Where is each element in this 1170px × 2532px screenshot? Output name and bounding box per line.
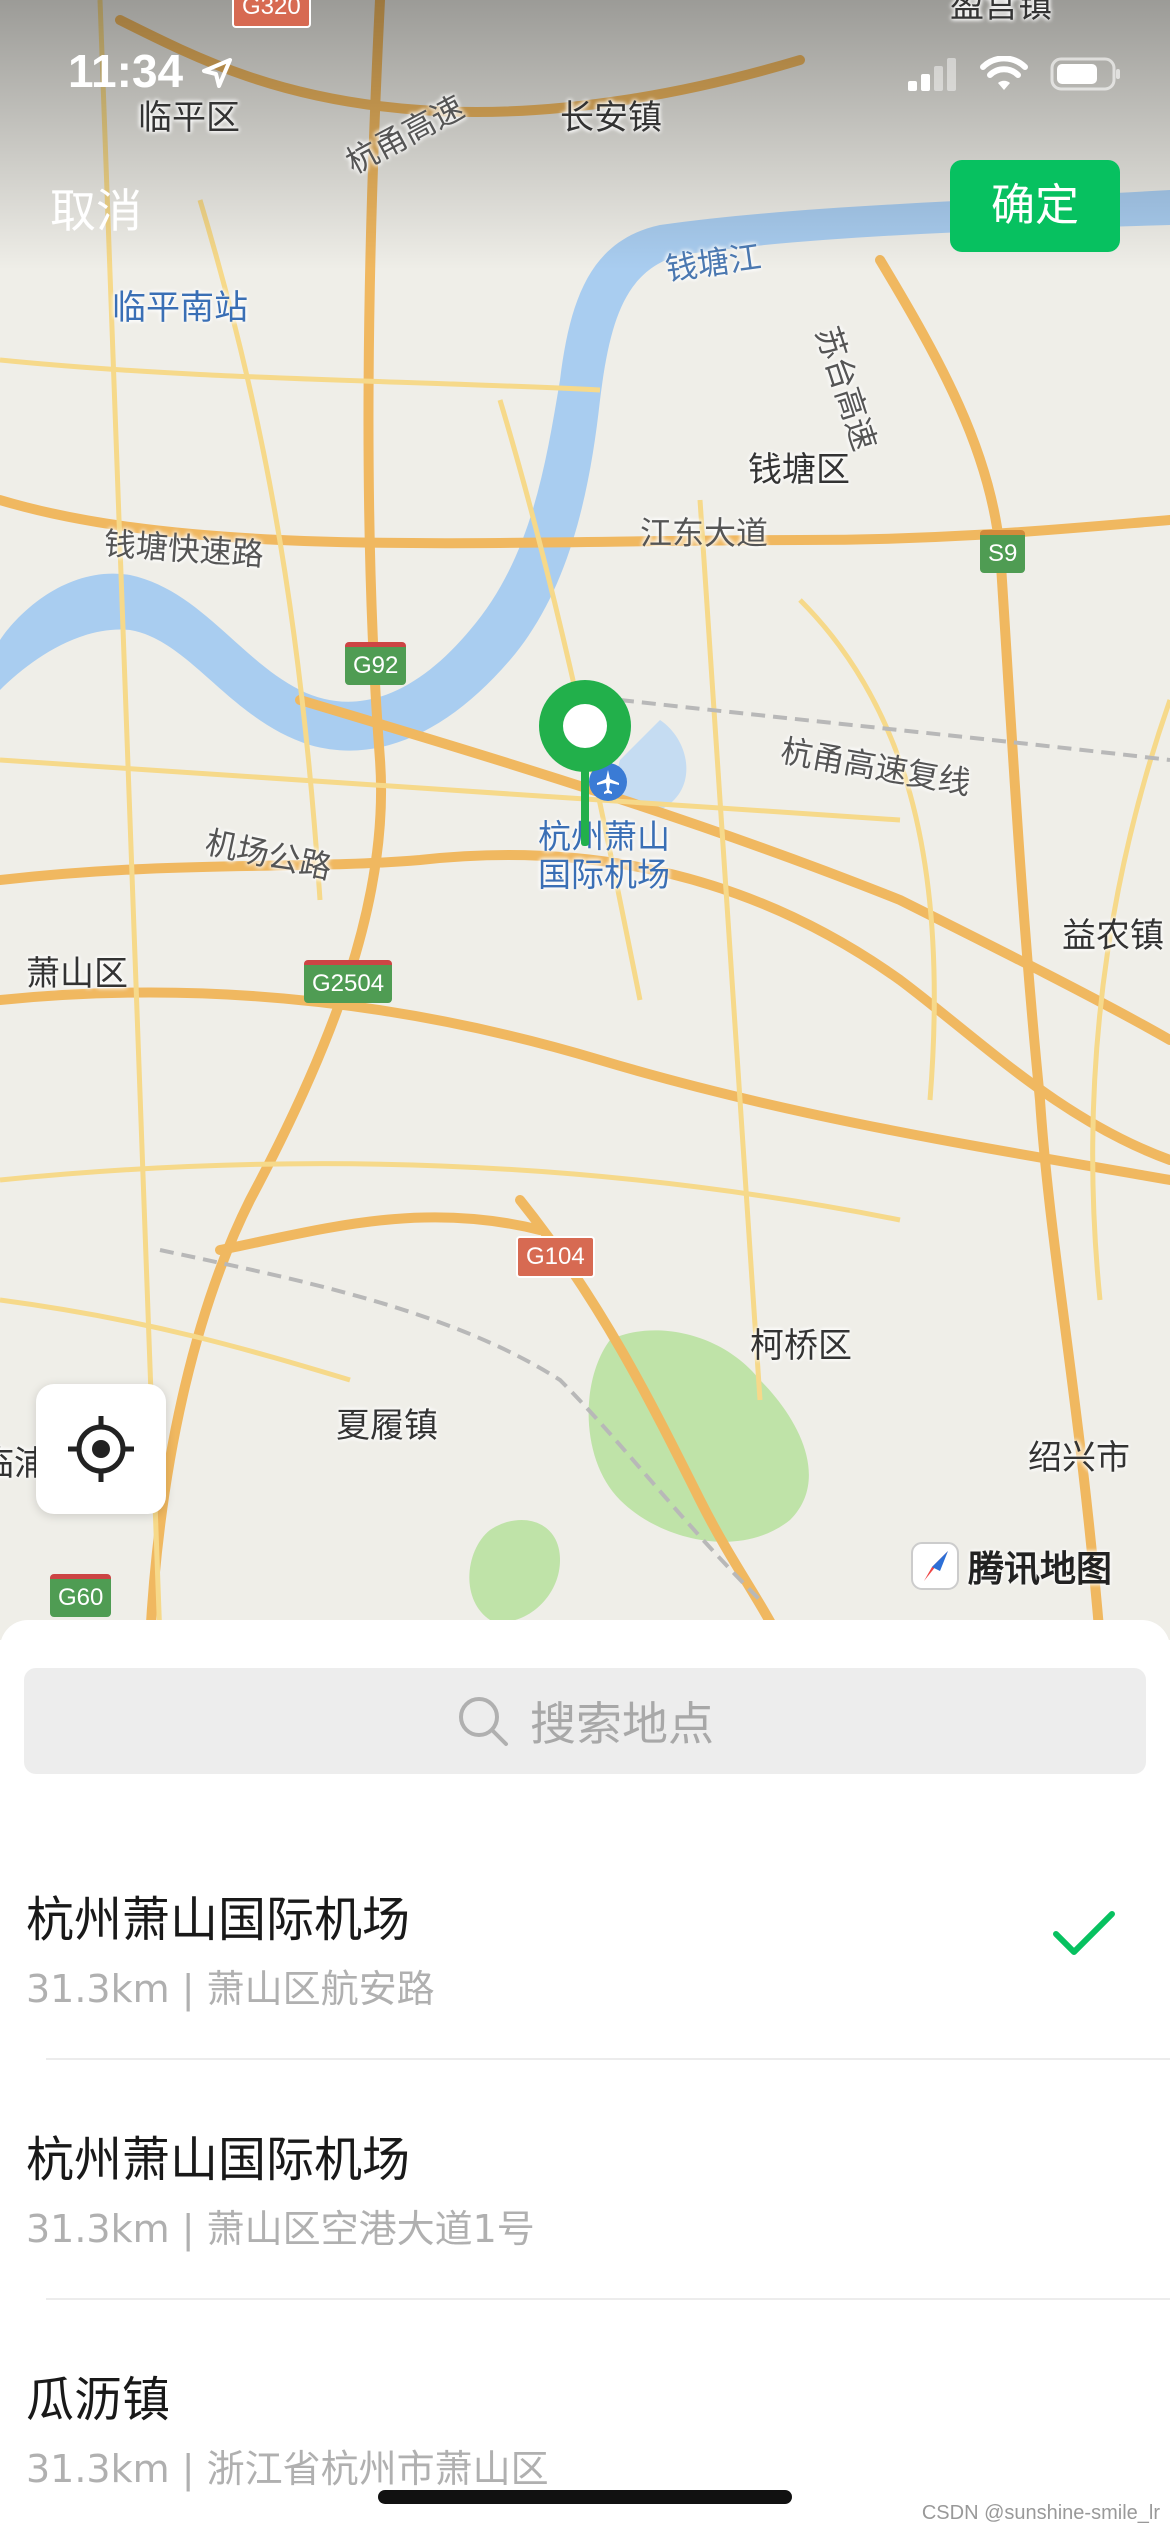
result-title: 杭州萧山国际机场 — [26, 1892, 411, 1948]
tencent-map-logo-icon — [911, 1542, 959, 1590]
wifi-icon — [980, 56, 1028, 90]
list-item[interactable]: 杭州萧山国际机场 31.3km | 萧山区航安路 — [0, 1820, 1170, 2060]
map-label-jiangdong-avenue: 江东大道 — [640, 514, 769, 552]
watermark: CSDN @sunshine-smile_lr — [921, 2502, 1160, 2524]
shield-g92: G92 — [345, 642, 407, 685]
battery-icon — [1050, 57, 1120, 91]
map-attribution-text: 腾讯地图 — [968, 1549, 1113, 1590]
result-subtitle: 31.3km | 萧山区空港大道1号 — [26, 2207, 535, 2251]
shield-g320: G320 — [232, 0, 311, 28]
river-qiantang — [0, 190, 1170, 751]
shield-s9: S9 — [980, 530, 1026, 573]
checkmark-icon — [1053, 1911, 1115, 1955]
map-label-keqiao: 柯桥区 — [750, 1326, 852, 1366]
status-icons — [906, 56, 1122, 92]
map-view[interactable]: 临平区 长安镇 临平南站 钱塘区 萧山区 益农镇 柯桥区 夏履镇 绍兴市 临浦 … — [0, 0, 1170, 1640]
bottom-sheet: 搜索地点 杭州萧山国际机场 31.3km | 萧山区航安路 杭州萧山国际机场 3… — [0, 1620, 1170, 2532]
map-label-changan: 长安镇 — [560, 98, 662, 138]
map-label-qiantang-district: 钱塘区 — [748, 450, 850, 490]
shield-g2504: G2504 — [304, 960, 393, 1003]
result-list: 杭州萧山国际机场 31.3km | 萧山区航安路 杭州萧山国际机场 31.3km… — [0, 1820, 1170, 2532]
park-area — [469, 1520, 560, 1622]
map-label-xiaoshan-district: 萧山区 — [26, 954, 128, 994]
location-arrow-icon — [202, 58, 232, 88]
map-label-yingong: 盈宫镇 — [950, 0, 1052, 26]
search-placeholder: 搜索地点 — [530, 1697, 714, 1751]
confirm-button[interactable]: 确定 — [950, 160, 1120, 252]
map-label-xialv: 夏履镇 — [336, 1406, 438, 1446]
map-label-yinong: 益农镇 — [1062, 916, 1164, 956]
crosshair-icon — [68, 1416, 134, 1482]
shield-g104: G104 — [516, 1236, 595, 1278]
map-label-linping-south-station: 临平南站 — [112, 288, 248, 328]
locate-me-button[interactable] — [36, 1384, 166, 1514]
map-attribution: 腾讯地图 — [910, 1540, 1112, 1592]
search-input[interactable]: 搜索地点 — [24, 1668, 1146, 1774]
shield-g60: G60 — [50, 1574, 112, 1617]
search-icon — [459, 1697, 508, 1746]
result-subtitle: 31.3km | 浙江省杭州市萧山区 — [26, 2447, 549, 2491]
map-label-shaoxing: 绍兴市 — [1028, 1438, 1130, 1478]
cellular-signal-icon — [908, 58, 956, 91]
result-title: 瓜沥镇 — [26, 2372, 171, 2428]
home-indicator — [378, 2490, 792, 2504]
list-item[interactable]: 杭州萧山国际机场 31.3km | 萧山区空港大道1号 — [0, 2060, 1170, 2300]
screen: 临平区 长安镇 临平南站 钱塘区 萧山区 益农镇 柯桥区 夏履镇 绍兴市 临浦 … — [0, 0, 1170, 2532]
result-title: 杭州萧山国际机场 — [26, 2132, 411, 2188]
cancel-button[interactable]: 取消 — [50, 175, 142, 241]
result-subtitle: 31.3km | 萧山区航安路 — [26, 1967, 435, 2011]
location-pin-icon — [539, 680, 631, 846]
status-time: 11:34 — [68, 45, 184, 97]
